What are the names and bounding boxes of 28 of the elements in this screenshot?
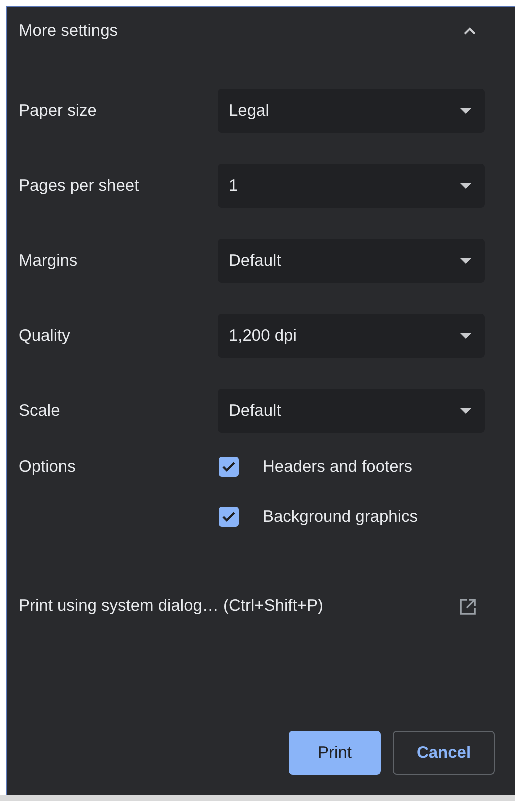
checkmark-icon: [222, 461, 236, 473]
checkmark-icon: [222, 511, 236, 523]
dropdown-arrow-icon: [460, 183, 472, 189]
dropdown-arrow-icon: [460, 258, 472, 264]
dropdown-arrow-icon: [460, 108, 472, 114]
checkbox[interactable]: [219, 507, 239, 527]
dropdown-arrow-icon: [460, 333, 472, 339]
dropdown[interactable]: Legal: [218, 89, 485, 133]
cancel-button[interactable]: Cancel: [393, 731, 495, 775]
dropdown[interactable]: 1,200 dpi: [218, 314, 485, 358]
setting-label: Pages per sheet: [19, 176, 140, 196]
print-button[interactable]: Print: [289, 731, 381, 775]
dropdown[interactable]: Default: [218, 239, 485, 283]
checkbox[interactable]: [219, 457, 239, 477]
system-dialog-link[interactable]: Print using system dialog… (Ctrl+Shift+P): [19, 597, 324, 616]
dropdown[interactable]: Default: [218, 389, 485, 433]
setting-label: Scale: [19, 402, 62, 420]
setting-label: Margins: [19, 252, 79, 270]
dropdown-arrow-icon: [460, 408, 472, 414]
setting-label: Paper size: [19, 102, 98, 120]
dropdown[interactable]: 1: [218, 164, 485, 208]
setting-label: Quality: [19, 326, 72, 346]
open-external-icon[interactable]: [459, 598, 477, 616]
chevron-icon[interactable]: [463, 26, 477, 36]
checkbox-label[interactable]: Headers and footers: [263, 458, 413, 476]
section-title: More settings: [19, 22, 118, 40]
checkbox-label[interactable]: Background graphics: [263, 508, 418, 526]
setting-label: Options: [19, 457, 77, 477]
